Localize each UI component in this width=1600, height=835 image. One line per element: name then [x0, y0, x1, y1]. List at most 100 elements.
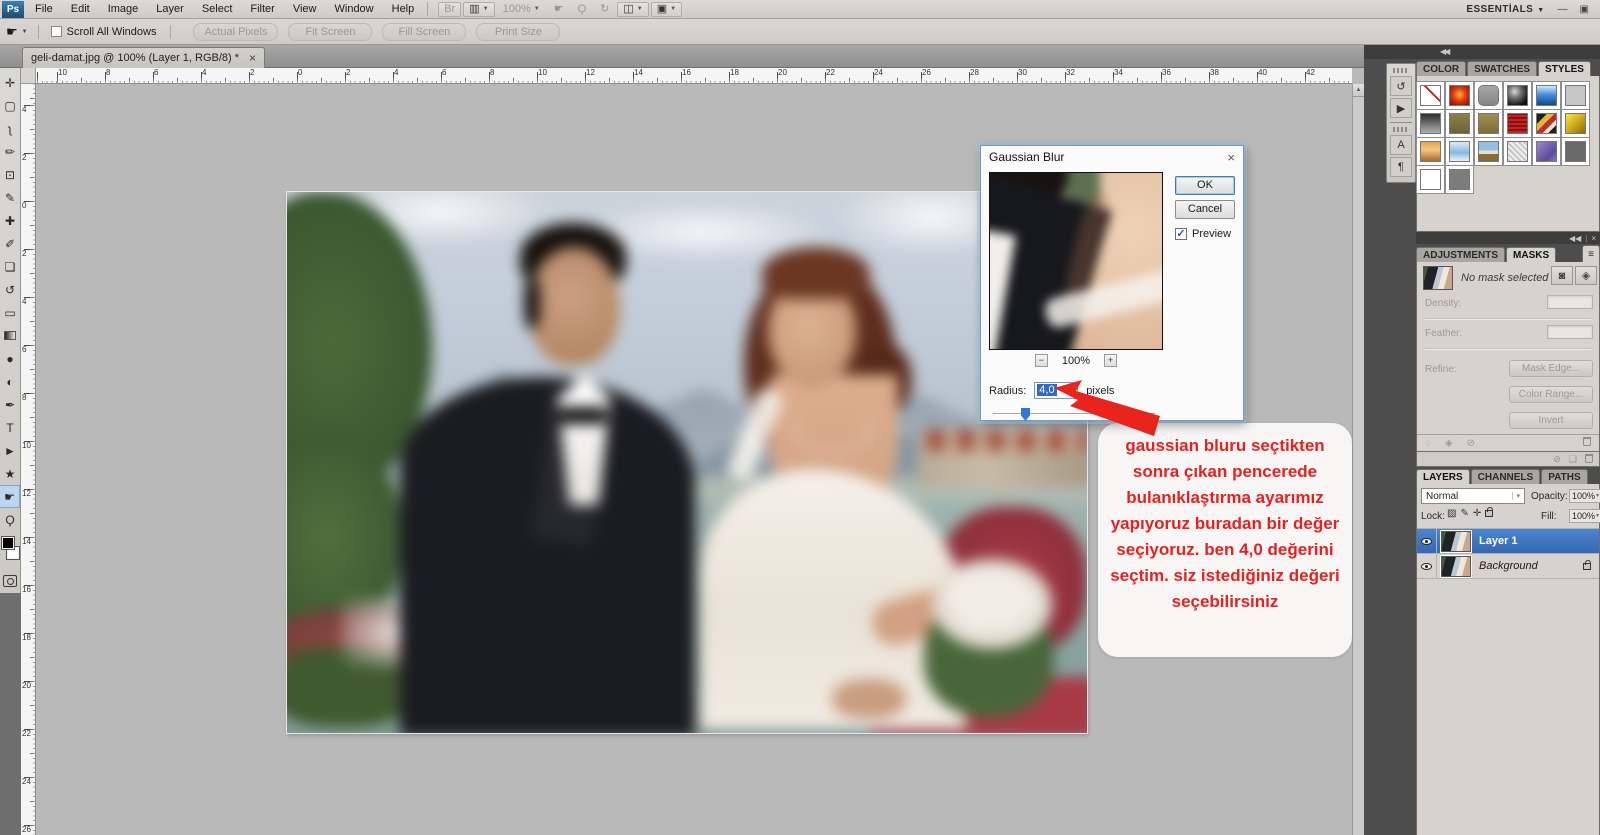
tab-color[interactable]: COLOR	[1416, 61, 1467, 76]
add-pixel-mask-button[interactable]: ◙	[1551, 266, 1573, 285]
lock-transparency-icon[interactable]: ▨	[1447, 508, 1456, 519]
restore-button[interactable]: ▣	[1577, 4, 1592, 15]
scroll-all-windows-checkbox[interactable]	[50, 26, 62, 37]
character-panel-icon[interactable]: A	[1390, 135, 1412, 155]
rotate-view-icon[interactable]: ↻	[594, 2, 615, 17]
tab-adjustments[interactable]: ADJUSTMENTS	[1416, 247, 1506, 262]
mask-edge-button[interactable]: Mask Edge...	[1509, 360, 1593, 377]
menu-layer[interactable]: Layer	[147, 1, 193, 18]
close-icon[interactable]: ×	[249, 51, 256, 65]
zoom-level-value[interactable]: 100% ▼	[497, 2, 546, 17]
actual-pixels-button[interactable]: Actual Pixels	[193, 22, 279, 41]
fill-value[interactable]: 100%	[1569, 509, 1600, 523]
style-sunset[interactable]	[1416, 137, 1445, 166]
eraser-tool[interactable]: ▭	[0, 301, 20, 324]
style-noise[interactable]	[1503, 137, 1532, 166]
menu-help[interactable]: Help	[383, 1, 424, 18]
style-black-sphere[interactable]	[1503, 81, 1532, 110]
mask-selection-icon[interactable]: ◌	[1425, 438, 1431, 449]
path-selection-tool[interactable]: ►	[0, 439, 20, 462]
style-gray-fade[interactable]	[1416, 109, 1445, 138]
collapse-to-icons-button[interactable]: ◀◀	[1440, 47, 1450, 56]
style-dark-gray[interactable]	[1561, 137, 1590, 166]
clone-stamp-tool[interactable]: ❏	[0, 255, 20, 278]
style-landscape[interactable]	[1474, 137, 1503, 166]
blur-preview[interactable]	[989, 172, 1163, 350]
menu-select[interactable]: Select	[193, 1, 242, 18]
custom-shape-tool[interactable]: ★	[0, 462, 20, 485]
close-panel-button[interactable]: ×	[1591, 234, 1596, 243]
invert-button[interactable]: Invert	[1509, 412, 1593, 429]
color-swatches[interactable]	[0, 535, 20, 569]
marquee-tool[interactable]: ▢	[0, 94, 20, 117]
style-mid-gray[interactable]	[1445, 165, 1474, 194]
collapse-icons-button[interactable]: ◀◀	[1569, 234, 1581, 243]
menu-filter[interactable]: Filter	[241, 1, 283, 18]
tool-preset-picker[interactable]: ☛ ▼	[0, 24, 34, 40]
layer-row-background[interactable]: Background	[1417, 554, 1599, 579]
style-sky-blue[interactable]	[1445, 137, 1474, 166]
style-gray-rounded[interactable]	[1474, 81, 1503, 110]
disable-mask-icon[interactable]: ⊘	[1467, 438, 1475, 449]
lock-position-icon[interactable]: ✛	[1473, 508, 1481, 519]
eyedropper-tool[interactable]: ✎	[0, 186, 20, 209]
menu-window[interactable]: Window	[326, 1, 383, 18]
hand-tool-icon[interactable]: ☛	[548, 2, 570, 17]
quick-selection-tool[interactable]: ✏	[0, 140, 20, 163]
lasso-tool[interactable]: ʅ	[0, 117, 20, 140]
pen-tool[interactable]: ✒	[0, 393, 20, 416]
history-panel-icon[interactable]: ↺	[1390, 76, 1412, 96]
minimize-button[interactable]: —	[1555, 4, 1571, 15]
style-olive[interactable]	[1445, 109, 1474, 138]
tab-masks[interactable]: MASKS	[1506, 247, 1557, 262]
preview-checkbox[interactable]: ✓	[1175, 228, 1187, 240]
zoom-in-button[interactable]: +	[1104, 354, 1118, 367]
type-tool[interactable]: T	[0, 416, 20, 439]
apply-mask-icon[interactable]: ◈	[1445, 438, 1453, 449]
style-purple[interactable]	[1532, 137, 1561, 166]
zoom-tool[interactable]: Ϙ	[0, 508, 20, 531]
tab-styles[interactable]: STYLES	[1538, 61, 1591, 76]
style-red-glow[interactable]	[1445, 81, 1474, 110]
style-blue-glossy[interactable]	[1532, 81, 1561, 110]
menu-image[interactable]: Image	[99, 1, 148, 18]
style-tan[interactable]	[1474, 109, 1503, 138]
arrange-documents-icon[interactable]: ◫ ▼	[617, 1, 649, 17]
move-tool[interactable]: ✛	[0, 71, 20, 94]
style-red-texture[interactable]	[1503, 109, 1532, 138]
style-none[interactable]	[1416, 81, 1445, 110]
tab-layers[interactable]: LAYERS	[1416, 469, 1470, 484]
screen-mode-icon[interactable]: ▣ ▼	[650, 1, 683, 17]
history-brush-tool[interactable]: ↺	[0, 278, 20, 301]
quick-mask-button[interactable]	[3, 575, 17, 587]
style-white-stroke[interactable]	[1416, 165, 1445, 194]
menu-view[interactable]: View	[284, 1, 326, 18]
foreground-color-swatch[interactable]	[1, 536, 15, 550]
document-tab[interactable]: geli-damat.jpg @ 100% (Layer 1, RGB/8) *…	[22, 47, 266, 68]
dodge-tool[interactable]: ◐	[0, 370, 20, 393]
tab-swatches[interactable]: SWATCHES	[1467, 61, 1538, 76]
add-vector-mask-button[interactable]: ◈	[1575, 266, 1597, 285]
style-yellow-glow[interactable]	[1561, 109, 1590, 138]
zoom-tool-icon[interactable]: Ϙ	[572, 2, 593, 17]
crop-tool[interactable]: ⊡	[0, 163, 20, 186]
print-size-button[interactable]: Print Size	[476, 22, 561, 41]
workspace-switcher[interactable]: ESSENTİALS ▼	[1466, 4, 1544, 15]
brush-tool[interactable]: ✐	[0, 232, 20, 255]
actions-panel-icon[interactable]: ▶	[1390, 98, 1412, 118]
layer-row-layer-1[interactable]: Layer 1	[1417, 529, 1599, 554]
blur-tool[interactable]: ●	[0, 347, 20, 370]
healing-brush-tool[interactable]: ✚	[0, 209, 20, 232]
panel-menu-icon[interactable]: ≡	[1582, 245, 1600, 262]
close-icon[interactable]: ×	[1227, 150, 1235, 165]
new-panel-icon[interactable]: ❏	[1569, 454, 1577, 465]
color-range-button[interactable]: Color Range...	[1509, 386, 1593, 403]
fill-screen-button[interactable]: Fill Screen	[382, 22, 467, 41]
paragraph-panel-icon[interactable]: ¶	[1390, 157, 1412, 177]
gradient-tool[interactable]	[0, 324, 20, 347]
tab-paths[interactable]: PATHS	[1541, 469, 1588, 484]
style-multicolor[interactable]	[1532, 109, 1561, 138]
slider-thumb[interactable]	[1021, 408, 1030, 421]
layer-visibility-toggle[interactable]	[1417, 554, 1437, 578]
lock-pixels-icon[interactable]: ✎	[1460, 508, 1468, 519]
